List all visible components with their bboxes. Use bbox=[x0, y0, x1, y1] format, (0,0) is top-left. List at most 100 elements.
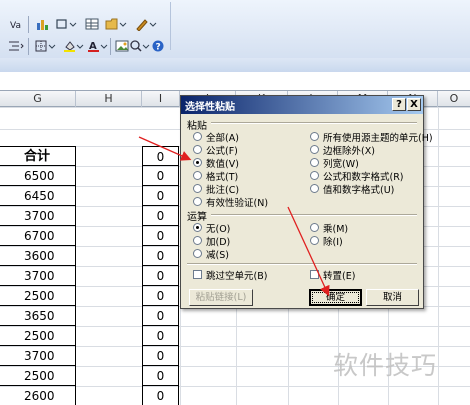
column-header-g[interactable]: G bbox=[0, 91, 76, 107]
paste-values-number-formats-option[interactable]: 值和数字格式(U) bbox=[310, 182, 395, 196]
radio-icon bbox=[193, 145, 202, 154]
table-header-total[interactable]: 合计 bbox=[0, 146, 76, 166]
radio-icon bbox=[193, 171, 202, 180]
dialog-title: 选择性粘贴 bbox=[185, 102, 235, 113]
transpose-checkbox[interactable]: 转置(E) bbox=[310, 268, 355, 282]
option-label: 有效性验证(N) bbox=[206, 197, 269, 209]
toolbar: Va A ? bbox=[0, 0, 470, 72]
borders-icon[interactable] bbox=[32, 36, 60, 56]
option-label: 公式和数字格式(R) bbox=[323, 171, 404, 183]
column-header-o[interactable]: O bbox=[438, 91, 470, 107]
operation-none-option[interactable]: 无(O) bbox=[193, 221, 231, 235]
table-cell[interactable]: 3650 bbox=[0, 306, 76, 326]
toolbar-separator bbox=[28, 16, 29, 33]
paste-formats-option[interactable]: 格式(T) bbox=[193, 169, 239, 183]
radio-icon bbox=[193, 197, 202, 206]
toolbar-separator bbox=[110, 38, 111, 55]
operation-multiply-option[interactable]: 乘(M) bbox=[310, 221, 348, 235]
table-cell[interactable]: 0 bbox=[142, 286, 179, 306]
chart-icon[interactable] bbox=[32, 14, 52, 34]
radio-icon bbox=[310, 145, 319, 154]
svg-text:?: ? bbox=[156, 43, 161, 53]
paste-validation-option[interactable]: 有效性验证(N) bbox=[193, 195, 269, 209]
table-cell[interactable]: 6450 bbox=[0, 186, 76, 206]
skip-blanks-checkbox[interactable]: 跳过空单元(B) bbox=[193, 268, 267, 282]
radio-selected-icon bbox=[193, 223, 202, 232]
group-divider bbox=[187, 263, 417, 265]
table-cell[interactable]: 0 bbox=[142, 166, 179, 186]
paste-formulas-option[interactable]: 公式(F) bbox=[193, 143, 238, 157]
table-cell[interactable]: 0 bbox=[142, 246, 179, 266]
table-cell[interactable]: 2500 bbox=[0, 366, 76, 386]
radio-selected-icon bbox=[193, 158, 202, 167]
table-cell[interactable]: 0 bbox=[142, 226, 179, 246]
table-cell[interactable]: 0 bbox=[142, 146, 179, 166]
table-cell[interactable]: 0 bbox=[142, 346, 179, 366]
table-cell[interactable]: 2500 bbox=[0, 286, 76, 306]
dialog-title-bar[interactable]: 选择性粘贴 ? X bbox=[181, 96, 423, 114]
checkbox-icon bbox=[193, 270, 202, 279]
watermark: 软件技巧 bbox=[333, 351, 438, 380]
table-cell[interactable]: 0 bbox=[142, 306, 179, 326]
option-label: 所有使用源主题的单元(H) bbox=[323, 132, 433, 144]
paste-special-dialog: 选择性粘贴 ? X 粘贴 全部(A) 公式(F) 数值(V) 格式(T) 批注(… bbox=[180, 95, 433, 309]
help-icon[interactable]: ? bbox=[148, 36, 168, 56]
indent-icon[interactable] bbox=[6, 36, 26, 56]
option-label: 格式(T) bbox=[206, 171, 239, 183]
radio-icon bbox=[310, 171, 319, 180]
cancel-button[interactable]: 取消 bbox=[366, 289, 419, 306]
table-cell[interactable]: 2500 bbox=[0, 326, 76, 346]
folder-icon[interactable] bbox=[102, 14, 130, 34]
group-divider bbox=[211, 214, 417, 216]
option-label: 批注(C) bbox=[206, 184, 240, 196]
font-color-icon[interactable]: Va bbox=[6, 14, 26, 34]
brush-icon[interactable] bbox=[132, 14, 160, 34]
table-cell[interactable]: 3700 bbox=[0, 206, 76, 226]
paste-all-option[interactable]: 全部(A) bbox=[193, 130, 239, 144]
help-button[interactable]: ? bbox=[392, 98, 406, 111]
table-cell[interactable]: 3700 bbox=[0, 346, 76, 366]
paste-column-widths-option[interactable]: 列宽(W) bbox=[310, 156, 359, 170]
table-cell[interactable]: 0 bbox=[142, 326, 179, 346]
radio-icon bbox=[193, 236, 202, 245]
paste-no-borders-option[interactable]: 边框除外(X) bbox=[310, 143, 375, 157]
operation-subtract-option[interactable]: 减(S) bbox=[193, 247, 229, 261]
option-label: 加(D) bbox=[206, 236, 231, 248]
paste-source-theme-option[interactable]: 所有使用源主题的单元(H) bbox=[310, 130, 433, 144]
ok-button[interactable]: 确定 bbox=[309, 289, 362, 306]
option-label: 无(O) bbox=[206, 223, 231, 235]
toolbar-band bbox=[0, 58, 470, 72]
operation-add-option[interactable]: 加(D) bbox=[193, 234, 231, 248]
option-label: 公式(F) bbox=[206, 145, 238, 157]
operation-divide-option[interactable]: 除(I) bbox=[310, 234, 343, 248]
radio-icon bbox=[310, 132, 319, 141]
paste-link-button[interactable]: 粘贴链接(L) bbox=[189, 289, 253, 306]
option-label: 值和数字格式(U) bbox=[323, 184, 395, 196]
radio-icon bbox=[310, 184, 319, 193]
close-button[interactable]: X bbox=[407, 98, 421, 111]
table-cell[interactable]: 3700 bbox=[0, 266, 76, 286]
table-cell[interactable]: 0 bbox=[142, 266, 179, 286]
radio-icon bbox=[193, 184, 202, 193]
table-cell[interactable]: 0 bbox=[142, 366, 179, 386]
table-cell[interactable]: 0 bbox=[142, 206, 179, 226]
option-label: 除(I) bbox=[323, 236, 343, 248]
paste-comments-option[interactable]: 批注(C) bbox=[193, 182, 240, 196]
table-cell[interactable]: 0 bbox=[142, 386, 179, 405]
insert-shape-icon[interactable] bbox=[52, 14, 80, 34]
table-cell[interactable]: 6500 bbox=[0, 166, 76, 186]
column-header-h[interactable]: H bbox=[76, 91, 142, 107]
paste-formulas-number-formats-option[interactable]: 公式和数字格式(R) bbox=[310, 169, 404, 183]
table-cell[interactable]: 6700 bbox=[0, 226, 76, 246]
text-color-icon[interactable]: A bbox=[84, 36, 112, 56]
column-header-i[interactable]: I bbox=[142, 91, 180, 107]
table-cell[interactable]: 0 bbox=[142, 186, 179, 206]
gridline bbox=[438, 107, 439, 405]
paste-values-option[interactable]: 数值(V) bbox=[193, 156, 239, 170]
table-icon[interactable] bbox=[82, 14, 102, 34]
svg-text:Va: Va bbox=[10, 21, 21, 31]
table-cell[interactable]: 2600 bbox=[0, 386, 76, 405]
option-label: 全部(A) bbox=[206, 132, 239, 144]
radio-icon bbox=[310, 236, 319, 245]
table-cell[interactable]: 3600 bbox=[0, 246, 76, 266]
